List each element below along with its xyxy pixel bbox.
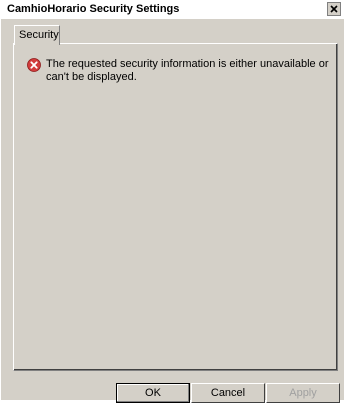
error-message: The requested security information is ei… xyxy=(46,58,329,83)
close-button[interactable] xyxy=(327,2,341,16)
ok-button[interactable]: OK xyxy=(116,383,190,403)
cancel-button[interactable]: Cancel xyxy=(191,383,265,403)
title-bar: CamhioHorario Security Settings xyxy=(1,1,344,19)
error-icon xyxy=(27,58,41,72)
tab-security-label: Security xyxy=(19,29,59,41)
apply-button[interactable]: Apply xyxy=(266,383,340,403)
close-icon xyxy=(330,5,338,13)
tab-security[interactable]: Security xyxy=(14,25,60,45)
security-panel: The requested security information is ei… xyxy=(13,43,338,371)
security-settings-dialog: CamhioHorario Security Settings Security… xyxy=(0,0,344,403)
window-title: CamhioHorario Security Settings xyxy=(7,3,180,15)
